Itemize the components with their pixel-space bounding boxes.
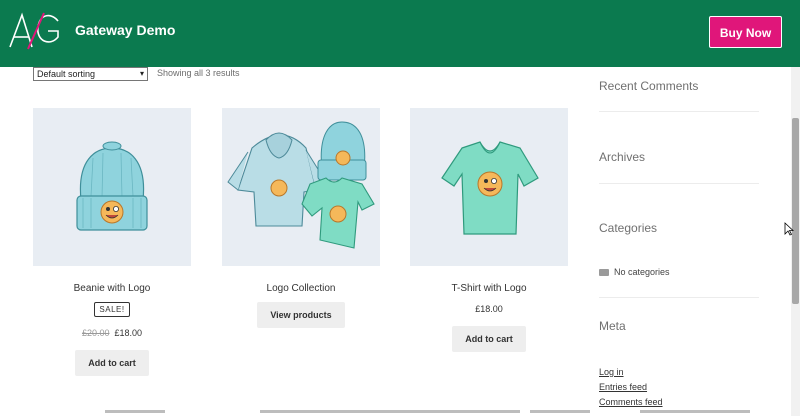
recent-comments-heading: Recent Comments [599, 79, 699, 93]
cut-off-content [0, 408, 790, 416]
sort-select-value: Default sorting [37, 69, 96, 79]
archives-heading: Archives [599, 150, 646, 164]
divider [599, 297, 759, 298]
sort-select[interactable]: Default sorting ▾ [33, 67, 148, 81]
site-logo[interactable] [6, 9, 64, 51]
add-to-cart-button[interactable]: Add to cart [75, 350, 149, 376]
folder-icon [599, 269, 609, 276]
product-card: Beanie with Logo SALE! £20.00 £18.00 Add … [33, 108, 191, 376]
meta-heading: Meta [599, 319, 626, 333]
product-title[interactable]: Beanie with Logo [33, 283, 191, 294]
scrollbar-thumb[interactable] [792, 118, 799, 304]
old-price: £20.00 [81, 328, 110, 338]
no-categories-text: No categories [614, 267, 670, 277]
divider [599, 183, 759, 184]
sale-badge: SALE! [94, 302, 130, 317]
buy-now-button[interactable]: Buy Now [709, 16, 782, 48]
product-card: T-Shirt with Logo £18.00 Add to cart [410, 108, 568, 352]
product-image[interactable] [33, 108, 191, 266]
view-products-button[interactable]: View products [257, 302, 345, 328]
site-header: Gateway Demo Buy Now [0, 0, 800, 67]
product-title[interactable]: Logo Collection [222, 283, 380, 294]
mouse-cursor-icon [784, 222, 794, 236]
product-title[interactable]: T-Shirt with Logo [410, 283, 568, 294]
entries-feed-link[interactable]: Entries feed [599, 382, 647, 392]
current-price: £18.00 [114, 328, 143, 338]
result-count: Showing all 3 results [157, 68, 240, 78]
divider [599, 111, 759, 112]
login-link[interactable]: Log in [599, 367, 624, 377]
product-image[interactable] [410, 108, 568, 266]
product-price: £20.00 £18.00 [33, 328, 191, 338]
chevron-down-icon: ▾ [139, 69, 144, 78]
comments-feed-link[interactable]: Comments feed [599, 397, 663, 407]
site-title[interactable]: Gateway Demo [75, 22, 175, 38]
add-to-cart-button[interactable]: Add to cart [452, 326, 526, 352]
product-card: Logo Collection View products [222, 108, 380, 328]
category-item: No categories [599, 267, 670, 277]
categories-heading: Categories [599, 221, 658, 235]
product-image[interactable] [222, 108, 380, 266]
product-price: £18.00 [475, 304, 503, 314]
